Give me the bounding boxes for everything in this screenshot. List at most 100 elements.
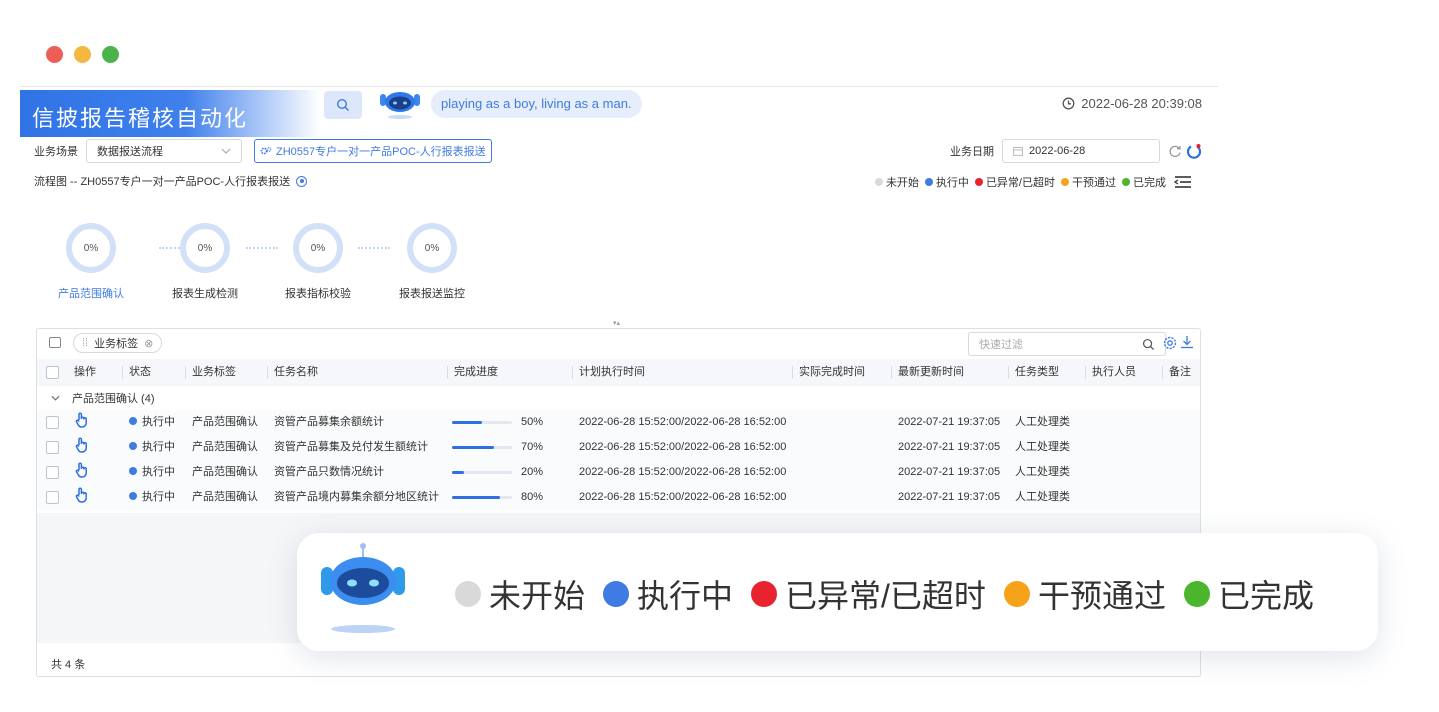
callout-dot — [455, 581, 481, 607]
col-assignee[interactable]: 执行人员 — [1085, 359, 1136, 386]
row-updated-time: 2022-07-21 19:37:05 — [898, 466, 1001, 478]
collapse-caret-icon[interactable]: ▾▴ — [613, 319, 620, 327]
scene-select-value: 数据报送流程 — [97, 146, 163, 158]
minimize-window-dot[interactable] — [74, 46, 91, 63]
legend-running: 执行中 — [924, 174, 969, 190]
quick-filter-input[interactable]: 快速过滤 — [968, 332, 1166, 356]
hand-pointer-icon[interactable] — [75, 412, 89, 437]
table-row[interactable]: 执行中 产品范围确认 资管产品境内募集余额分地区统计 80% 2022-06-28 15… — [37, 485, 1200, 510]
row-progress-label: 80% — [521, 491, 544, 503]
assistant-robot-icon[interactable] — [378, 90, 422, 120]
hand-pointer-icon[interactable] — [75, 487, 89, 512]
col-task-name[interactable]: 任务名称 — [267, 359, 318, 386]
date-picker[interactable]: 2022-06-28 — [1002, 139, 1160, 163]
assistant-message-bubble: playing as a boy, living as a man. — [431, 90, 642, 118]
search-button[interactable] — [324, 91, 362, 119]
scene-select[interactable]: 数据报送流程 — [86, 139, 242, 163]
auto-refresh-icon[interactable] — [1186, 143, 1202, 159]
flow-step-product-scope[interactable]: 0% 产品范围确认 — [36, 223, 146, 301]
table-row[interactable]: 执行中 产品范围确认 资管产品募集及兑付发生额统计 70% 2022-06-28 15:… — [37, 435, 1200, 460]
table-view-icon[interactable] — [49, 337, 61, 348]
legend-dot — [924, 178, 933, 186]
status-text: 执行中 — [142, 441, 175, 453]
legend-callout: 未开始 执行中 已异常/已超时 干预通过 已完成 — [297, 533, 1378, 651]
download-icon[interactable] — [1180, 335, 1194, 349]
scene-label: 业务场景 — [34, 146, 78, 158]
row-checkbox[interactable] — [46, 491, 59, 504]
remove-chip-icon[interactable]: ⊗ — [144, 337, 153, 350]
table-row[interactable]: 执行中 产品范围确认 资管产品募集余额统计 50% 2022-06-28 15:52:0… — [37, 410, 1200, 435]
col-tag[interactable]: 业务标签 — [185, 359, 236, 386]
maximize-window-dot[interactable] — [102, 46, 119, 63]
row-task-name: 资管产品募集及兑付发生额统计 — [274, 441, 428, 453]
group-row[interactable]: 产品范围确认 (4) — [37, 386, 1200, 410]
callout-label: 未开始 — [489, 578, 586, 614]
window-controls — [46, 46, 119, 63]
group-chip[interactable]: ⁞⁞ 业务标签 ⊗ — [73, 333, 163, 353]
row-task-name: 资管产品募集余额统计 — [274, 416, 384, 428]
row-planned-time: 2022-06-28 15:52:00/2022-06-28 16:52:00 — [579, 491, 787, 503]
flow-step-report-generation[interactable]: 0% 报表生成检测 — [150, 223, 260, 301]
progress-fill — [452, 496, 500, 499]
flow-step-indicator-check[interactable]: 0% 报表指标校验 — [263, 223, 373, 301]
settings-gear-icon[interactable] — [1162, 335, 1178, 351]
row-checkbox[interactable] — [46, 441, 59, 454]
refresh-icon[interactable] — [1168, 144, 1182, 158]
row-status: 执行中 — [129, 435, 175, 460]
row-tag: 产品范围确认 — [192, 466, 258, 478]
status-legend: 未开始 执行中 已异常/已超时 干预通过 已完成 — [874, 174, 1192, 190]
legend-not-started: 未开始 — [874, 174, 919, 190]
datetime-display: 2022-06-28 20:39:08 — [1062, 96, 1202, 111]
app-title-banner: 信披报告稽核自动化 — [20, 90, 320, 137]
col-action[interactable]: 操作 — [74, 359, 96, 386]
search-icon — [336, 98, 349, 111]
col-task-type[interactable]: 任务类型 — [1008, 359, 1059, 386]
flow-step-submission-monitor[interactable]: 0% 报表报送监控 — [377, 223, 487, 301]
header-bar: 信披报告稽核自动化 playing as a boy, living as a … — [20, 87, 1218, 137]
collapse-menu-icon[interactable] — [1174, 175, 1192, 189]
col-remark[interactable]: 备注 — [1162, 359, 1191, 386]
col-planned-time[interactable]: 计划执行时间 — [572, 359, 645, 386]
row-progress-bar — [452, 421, 512, 424]
hand-pointer-icon[interactable] — [75, 462, 89, 487]
table-total: 共 4 条 — [51, 659, 86, 671]
date-filter: 业务日期 2022-06-28 — [950, 139, 1202, 163]
close-window-dot[interactable] — [46, 46, 63, 63]
locate-icon[interactable] — [296, 175, 308, 187]
flow-tag-label: ZH0557专户一对一产品POC-人行报表报送 — [276, 146, 486, 158]
callout-label: 已完成 — [1217, 578, 1314, 614]
row-progress-bar — [452, 446, 512, 449]
row-progress-bar — [452, 471, 512, 474]
row-updated-time: 2022-07-21 19:37:05 — [898, 491, 1001, 503]
chevron-down-icon — [221, 148, 231, 154]
row-tag: 产品范围确认 — [192, 441, 258, 453]
flow-tag-button[interactable]: ZH0557专户一对一产品POC-人行报表报送 — [254, 139, 492, 163]
table-row[interactable]: 执行中 产品范围确认 资管产品只数情况统计 20% 2022-06-28 15:52:0… — [37, 460, 1200, 485]
step-label: 报表报送监控 — [399, 288, 465, 300]
row-progress-label: 70% — [521, 441, 544, 453]
legend-dot — [1122, 178, 1130, 186]
flow-steps: 0% 产品范围确认 0% 报表生成检测 0% 报表指标校验 0% 报表报送监控 — [20, 223, 520, 303]
drag-handle-icon: ⁞⁞ — [82, 337, 89, 349]
search-icon — [1142, 338, 1155, 350]
row-task-type: 人工处理类 — [1015, 416, 1070, 428]
assistant-robot-icon — [321, 543, 405, 633]
step-progress-ring: 0% — [293, 223, 343, 273]
callout-error: 已异常/已超时 — [751, 571, 986, 617]
row-task-name: 资管产品境内募集余额分地区统计 — [274, 491, 439, 503]
row-checkbox[interactable] — [46, 466, 59, 479]
quick-filter-placeholder: 快速过滤 — [979, 339, 1023, 351]
col-actual-time[interactable]: 实际完成时间 — [792, 359, 865, 386]
clock-icon — [1062, 97, 1075, 110]
hand-pointer-icon[interactable] — [75, 437, 89, 462]
row-checkbox[interactable] — [46, 416, 59, 429]
calendar-icon — [1013, 147, 1023, 156]
legend-label: 已完成 — [1133, 177, 1166, 189]
col-status[interactable]: 状态 — [122, 359, 151, 386]
col-progress[interactable]: 完成进度 — [447, 359, 498, 386]
gears-icon — [260, 147, 272, 155]
col-updated-time[interactable]: 最新更新时间 — [891, 359, 964, 386]
row-status: 执行中 — [129, 410, 175, 435]
select-all-checkbox[interactable] — [46, 366, 59, 379]
legend-dot — [1061, 178, 1069, 186]
